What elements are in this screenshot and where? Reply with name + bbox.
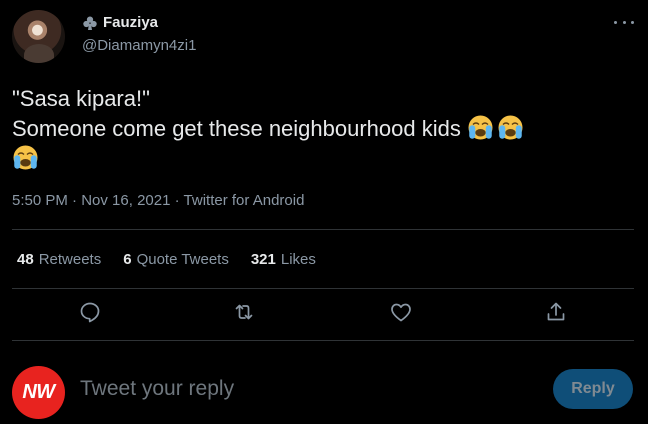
tweet-line-1: "Sasa kipara!" xyxy=(12,86,150,111)
reply-input[interactable] xyxy=(80,377,500,401)
tweet-line-3 xyxy=(12,144,632,174)
share-icon[interactable] xyxy=(544,300,568,324)
reply-avatar-logo: NW xyxy=(22,381,55,403)
more-options-icon[interactable] xyxy=(614,16,634,28)
divider xyxy=(12,229,634,230)
meta-separator: · xyxy=(174,192,180,209)
retweets-stat[interactable]: 48 Retweets xyxy=(17,251,101,268)
quote-tweets-count: 6 xyxy=(123,251,132,268)
likes-stat[interactable]: 321 Likes xyxy=(251,251,316,268)
crying-face-emoji-icon xyxy=(13,145,38,170)
quote-tweets-stat[interactable]: 6 Quote Tweets xyxy=(123,251,229,268)
likes-count: 321 xyxy=(250,251,276,268)
tweet-meta: 5:50 PM · Nov 16, 2021 · Twitter for And… xyxy=(12,192,304,209)
crying-face-emoji-icon xyxy=(468,115,493,140)
author-display-name[interactable]: Fauziya xyxy=(103,14,158,31)
dot xyxy=(622,20,626,24)
tweet-date[interactable]: Nov 16, 2021 xyxy=(81,192,170,209)
crying-face-emoji-icon xyxy=(498,115,523,140)
reply-user-avatar[interactable]: NW xyxy=(12,366,65,419)
retweet-icon[interactable] xyxy=(232,300,256,324)
tweet-line-2-text: Someone come get these neighbourhood kid… xyxy=(12,116,461,141)
tweet-text: "Sasa kipara!" Someone come get these ne… xyxy=(12,84,632,174)
author-avatar[interactable] xyxy=(12,10,65,63)
tweet-actions xyxy=(12,300,634,330)
divider xyxy=(12,340,634,341)
divider xyxy=(12,288,634,289)
tweet-line-2: Someone come get these neighbourhood kid… xyxy=(12,114,632,144)
reply-icon[interactable] xyxy=(78,300,102,324)
retweets-count: 48 xyxy=(17,251,34,268)
retweets-label: Retweets xyxy=(38,251,102,268)
tweet-source[interactable]: Twitter for Android xyxy=(184,192,305,209)
likes-label: Likes xyxy=(280,251,316,268)
author-name-row[interactable]: Fauziya xyxy=(82,14,158,31)
author-handle[interactable]: @Diamamyn4zi1 xyxy=(82,37,196,54)
tweet-time[interactable]: 5:50 PM xyxy=(12,192,68,209)
dot xyxy=(631,20,634,24)
like-icon[interactable] xyxy=(389,300,413,324)
club-suit-icon xyxy=(83,16,97,30)
dot xyxy=(614,20,617,24)
tweet-stats: 48 Retweets 6 Quote Tweets 321 Likes xyxy=(17,251,316,268)
reply-button[interactable]: Reply xyxy=(553,369,633,409)
quote-tweets-label: Quote Tweets xyxy=(136,251,229,268)
meta-separator: · xyxy=(72,192,78,209)
